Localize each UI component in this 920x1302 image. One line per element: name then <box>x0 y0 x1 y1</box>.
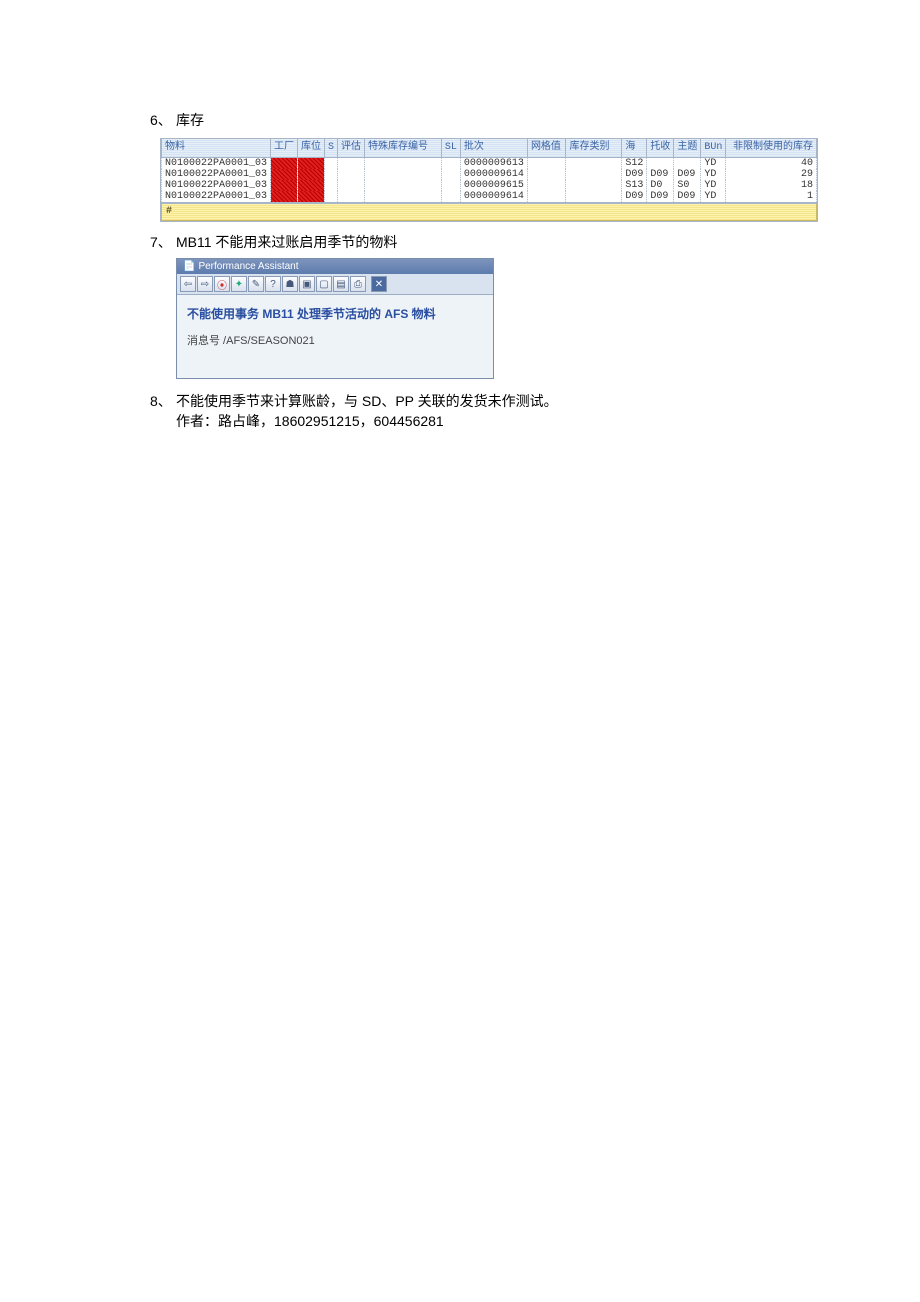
cell-material: N0100022PA0001_03 <box>162 158 271 170</box>
col-s[interactable]: S <box>325 139 338 158</box>
col-batch[interactable]: 批次 <box>460 139 527 158</box>
print-icon[interactable]: ⎙ <box>350 276 366 292</box>
section-6-number: 6、 <box>150 110 176 130</box>
col-bun[interactable]: BUn <box>701 139 726 158</box>
window-icon[interactable]: ▢ <box>316 276 332 292</box>
view-icon[interactable]: ▣ <box>299 276 315 292</box>
cell-qty: 40 <box>726 158 817 170</box>
tree-icon[interactable]: ☗ <box>282 276 298 292</box>
cell-c2 <box>647 158 674 170</box>
col-coll[interactable]: 托收 <box>647 139 674 158</box>
section-7-number: 7、 <box>150 232 176 252</box>
page-icon[interactable]: ▤ <box>333 276 349 292</box>
cell-batch: 0000009613 <box>460 158 527 170</box>
table-row[interactable]: N0100022PA0001_03 0000009615 S13 D0 S0 Y… <box>162 180 817 191</box>
forward-icon[interactable]: ⇨ <box>197 276 213 292</box>
help-icon[interactable]: ? <box>265 276 281 292</box>
cell-redacted <box>298 158 325 170</box>
col-material[interactable]: 物料 <box>162 139 271 158</box>
stop-icon[interactable]: ⦿ <box>214 276 230 292</box>
table-row[interactable]: N0100022PA0001_03 0000009614 D09 D09 D09… <box>162 169 817 180</box>
col-sl[interactable]: SL <box>441 139 460 158</box>
col-unrestricted[interactable]: 非限制使用的库存 <box>726 139 817 158</box>
performance-assistant-dialog: 📄Performance Assistant ⇦ ⇨ ⦿ ✦ ✎ ? ☗ ▣ ▢… <box>176 258 494 379</box>
table-row[interactable]: N0100022PA0001_03 0000009614 D09 D09 D09… <box>162 191 817 203</box>
section-6-title: 库存 <box>176 110 810 130</box>
table-footer-row <box>162 203 817 221</box>
col-special[interactable]: 特殊库存编号 <box>365 139 442 158</box>
cell-c1: S12 <box>622 158 647 170</box>
col-sloc[interactable]: 库位 <box>298 139 325 158</box>
table-row[interactable]: N0100022PA0001_03 0000009613 S12 YD 40 <box>162 158 817 170</box>
col-val[interactable]: 评估 <box>338 139 365 158</box>
dialog-message-number: 消息号 /AFS/SEASON021 <box>185 332 485 348</box>
dialog-toolbar: ⇦ ⇨ ⦿ ✦ ✎ ? ☗ ▣ ▢ ▤ ⎙ ✕ <box>177 274 493 295</box>
cell-c3 <box>674 158 701 170</box>
col-hai[interactable]: 海 <box>622 139 647 158</box>
close-icon[interactable]: ✕ <box>371 276 387 292</box>
table-header-row: 物料 工厂 库位 S 评估 特殊库存编号 SL 批次 网格值 库存类别 海 托收… <box>162 139 817 158</box>
cell-bun: YD <box>701 158 726 170</box>
refresh-icon[interactable]: ✦ <box>231 276 247 292</box>
section-8-number: 8、 <box>150 391 176 411</box>
section-8-author: 作者：路占峰，18602951215，604456281 <box>176 411 810 431</box>
col-theme[interactable]: 主题 <box>674 139 701 158</box>
col-stocktype[interactable]: 库存类别 <box>566 139 622 158</box>
cell-redacted <box>271 158 298 170</box>
edit-icon[interactable]: ✎ <box>248 276 264 292</box>
dialog-message: 不能使用事务 MB11 处理季节活动的 AFS 物料 <box>185 301 485 332</box>
col-grid[interactable]: 网格值 <box>527 139 566 158</box>
section-7-title: MB11 不能用来过账启用季节的物料 <box>176 232 810 252</box>
inventory-table: 物料 工厂 库位 S 评估 特殊库存编号 SL 批次 网格值 库存类别 海 托收… <box>160 138 818 222</box>
col-plant[interactable]: 工厂 <box>271 139 298 158</box>
section-8-line1: 不能使用季节来计算账龄，与 SD、PP 关联的发货未作测试。 <box>176 391 810 411</box>
dialog-title: 📄Performance Assistant <box>177 259 493 274</box>
back-icon[interactable]: ⇦ <box>180 276 196 292</box>
